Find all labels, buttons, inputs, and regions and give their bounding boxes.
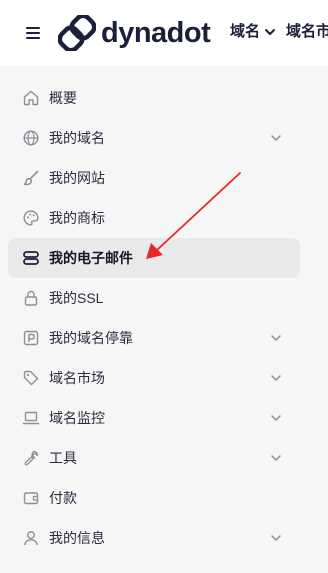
chevron-down-icon[interactable]	[270, 452, 282, 464]
wallet-icon	[22, 489, 40, 507]
sidebar: 概要 我的域名 我的网站 我的商标 我的电子邮件 我的SSL 我的域名停靠 域名…	[0, 66, 328, 573]
top-nav: 域名 域名市	[230, 22, 328, 42]
top-bar: dynadot 域名 域名市	[0, 0, 328, 66]
chevron-down-icon[interactable]	[270, 532, 282, 544]
top-nav-marketplace-label: 域名市	[286, 23, 328, 40]
sidebar-item-label: 付款	[49, 490, 77, 506]
sidebar-item-my-domain-parking[interactable]: 我的域名停靠	[8, 318, 300, 358]
brand-name[interactable]: dynadot	[101, 15, 211, 51]
top-nav-marketplace[interactable]: 域名市	[286, 22, 328, 42]
sidebar-item-my-domains[interactable]: 我的域名	[8, 118, 300, 158]
sidebar-item-my-email[interactable]: 我的电子邮件	[8, 238, 300, 278]
chevron-down-icon[interactable]	[270, 332, 282, 344]
sidebar-item-label: 域名监控	[49, 410, 105, 426]
sidebar-item-my-websites[interactable]: 我的网站	[8, 158, 300, 198]
sidebar-item-overview[interactable]: 概要	[8, 78, 300, 118]
parking-icon	[22, 329, 40, 347]
sidebar-item-domain-marketplace[interactable]: 域名市场	[8, 358, 300, 398]
chevron-down-icon[interactable]	[270, 412, 282, 424]
chevron-down-icon[interactable]	[270, 372, 282, 384]
home-icon	[22, 89, 40, 107]
sidebar-item-label: 我的域名停靠	[49, 330, 133, 346]
top-nav-domains[interactable]: 域名	[230, 22, 276, 42]
hamburger-menu-icon[interactable]	[26, 26, 40, 40]
chevron-down-icon[interactable]	[270, 132, 282, 144]
sidebar-item-my-ssl[interactable]: 我的SSL	[8, 278, 300, 318]
hamburger-line	[26, 27, 40, 29]
brush-icon	[22, 169, 40, 187]
dynadot-logo-icon[interactable]	[58, 15, 96, 51]
sidebar-item-payment[interactable]: 付款	[8, 478, 300, 518]
palette-icon	[22, 209, 40, 227]
server-icon	[22, 249, 40, 267]
sidebar-item-label: 域名市场	[49, 370, 105, 386]
sidebar-item-label: 我的电子邮件	[49, 250, 133, 266]
hamburger-line	[26, 37, 40, 39]
sidebar-item-label: 我的网站	[49, 170, 105, 186]
top-nav-domains-label: 域名	[230, 23, 261, 40]
sidebar-menu: 概要 我的域名 我的网站 我的商标 我的电子邮件 我的SSL 我的域名停靠 域名…	[8, 78, 300, 558]
chevron-down-icon	[265, 29, 276, 35]
sidebar-item-label: 工具	[49, 450, 77, 466]
hamburger-line	[26, 32, 40, 34]
sidebar-item-label: 我的商标	[49, 210, 105, 226]
sidebar-item-label: 我的域名	[49, 130, 105, 146]
sidebar-item-my-trademarks[interactable]: 我的商标	[8, 198, 300, 238]
sidebar-item-label: 我的SSL	[49, 290, 104, 306]
globe-icon	[22, 129, 40, 147]
sidebar-item-label: 概要	[49, 90, 77, 106]
sidebar-item-domain-monitoring[interactable]: 域名监控	[8, 398, 300, 438]
wrench-icon	[22, 449, 40, 467]
sidebar-item-tools[interactable]: 工具	[8, 438, 300, 478]
sidebar-item-my-info[interactable]: 我的信息	[8, 518, 300, 558]
tag-icon	[22, 369, 40, 387]
lock-icon	[22, 289, 40, 307]
sidebar-item-label: 我的信息	[49, 530, 105, 546]
laptop-icon	[22, 409, 40, 427]
user-icon	[22, 529, 40, 547]
